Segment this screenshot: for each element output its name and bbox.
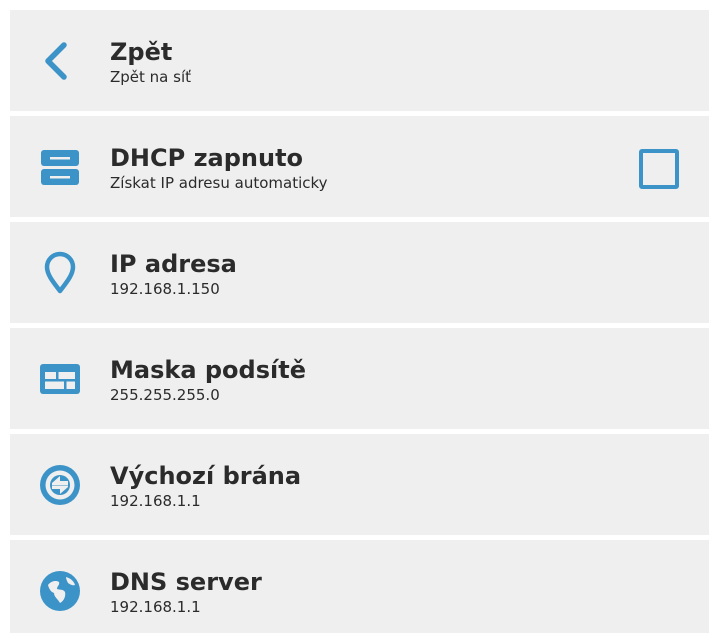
dns-server-value: 192.168.1.1: [110, 598, 201, 616]
subnet-mask-icon: [40, 364, 80, 394]
dhcp-server-icon: [41, 150, 79, 185]
dns-server-item[interactable]: DNS server 192.168.1.1: [10, 540, 709, 633]
network-settings-list: Zpět Zpět na síť DHCP zapnuto Získat IP …: [10, 10, 709, 633]
ip-address-item-text: IP adresa 192.168.1.150: [110, 250, 237, 299]
gateway-value: 192.168.1.1: [110, 492, 201, 510]
subnet-mask-item-text: Maska podsítě 255.255.255.0: [110, 356, 306, 405]
back-subtitle: Zpět na síť: [110, 68, 192, 86]
subnet-mask-item[interactable]: Maska podsítě 255.255.255.0: [10, 328, 709, 429]
gateway-item-text: Výchozí brána 192.168.1.1: [110, 462, 301, 511]
ip-address-value: 192.168.1.150: [110, 280, 220, 298]
dns-server-item-text: DNS server 192.168.1.1: [110, 568, 262, 617]
ip-address-title: IP adresa: [110, 250, 237, 278]
back-item-text: Zpět Zpět na síť: [110, 38, 191, 87]
dhcp-checkbox[interactable]: [639, 149, 679, 189]
ip-address-item[interactable]: IP adresa 192.168.1.150: [10, 222, 709, 323]
dhcp-item[interactable]: DHCP zapnuto Získat IP adresu automatick…: [10, 116, 709, 217]
gateway-title: Výchozí brána: [110, 462, 302, 490]
back-item[interactable]: Zpět Zpět na síť: [10, 10, 709, 111]
back-title: Zpět: [110, 38, 173, 66]
dhcp-title: DHCP zapnuto: [110, 144, 304, 172]
dhcp-item-text: DHCP zapnuto Získat IP adresu automatick…: [110, 144, 328, 193]
back-arrow-icon: [45, 42, 67, 80]
subnet-mask-value: 255.255.255.0: [110, 386, 220, 404]
globe-icon: [40, 571, 80, 611]
dhcp-subtitle: Získat IP adresu automaticky: [110, 174, 328, 192]
location-pin-icon: [44, 251, 76, 294]
gateway-item[interactable]: Výchozí brána 192.168.1.1: [10, 434, 709, 535]
subnet-mask-title: Maska podsítě: [110, 356, 306, 384]
gateway-icon: [40, 465, 80, 505]
dns-server-title: DNS server: [110, 568, 262, 596]
